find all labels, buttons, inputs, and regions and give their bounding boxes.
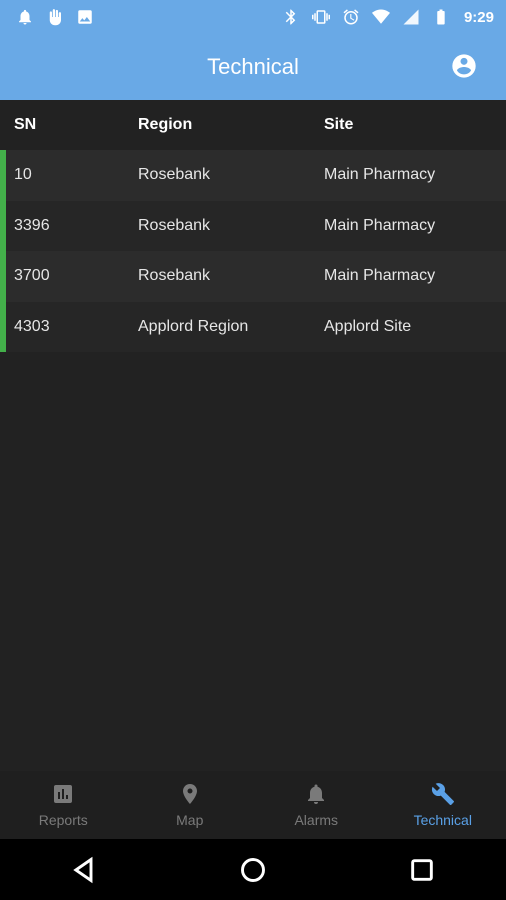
table-row[interactable]: 3700 Rosebank Main Pharmacy [0, 251, 506, 302]
page-title: Technical [207, 54, 299, 79]
bell-icon [308, 784, 325, 804]
image-icon [76, 8, 94, 26]
wifi-icon [371, 8, 390, 26]
cell-region: Applord Region [138, 317, 249, 335]
status-time: 9:29 [463, 8, 494, 26]
status-bar-left [16, 8, 94, 26]
table-row[interactable]: 4303 Applord Region Applord Site [0, 301, 506, 352]
cell-region: Rosebank [138, 166, 211, 184]
account-circle-icon[interactable] [450, 52, 478, 80]
cell-sn: 3700 [14, 267, 50, 285]
bottom-navigation: Reports Map Alarms Technical [0, 771, 506, 839]
cell-region: Rosebank [138, 216, 211, 234]
system-navigation-bar [0, 839, 506, 900]
bluetooth-icon [282, 8, 300, 26]
battery-icon [432, 8, 450, 26]
nav-label-map: Map [176, 812, 204, 828]
row-status-accent [0, 150, 6, 201]
cell-site: Applord Site [324, 317, 412, 335]
nav-label-alarms: Alarms [294, 812, 339, 828]
notification-bell-icon [16, 8, 34, 26]
row-status-accent [0, 200, 6, 251]
cell-site: Main Pharmacy [324, 267, 436, 285]
cell-site: Main Pharmacy [324, 216, 436, 234]
back-icon[interactable] [66, 852, 102, 888]
home-icon[interactable] [235, 852, 271, 888]
nav-item-map[interactable]: Map [127, 771, 254, 839]
header-site: Site [324, 116, 354, 133]
nav-label-technical: Technical [413, 812, 472, 828]
table-body: 10 Rosebank Main Pharmacy 3396 Rosebank … [0, 150, 506, 352]
nav-item-technical[interactable]: Technical [380, 771, 506, 839]
cell-sn: 3396 [14, 216, 50, 234]
header-region: Region [138, 116, 193, 133]
table-row[interactable]: 3396 Rosebank Main Pharmacy [0, 200, 506, 251]
signal-icon [402, 8, 420, 26]
table-row[interactable]: 10 Rosebank Main Pharmacy [0, 150, 506, 201]
header-sn: SN [14, 116, 37, 133]
nav-item-reports[interactable]: Reports [0, 771, 127, 839]
row-status-accent [0, 251, 6, 302]
phone-screen: 9:29 Technical SN Region Site 10 Roseban… [0, 0, 506, 900]
app-bar: Technical [0, 34, 506, 100]
row-status-accent [0, 301, 6, 352]
nav-item-alarms[interactable]: Alarms [253, 771, 380, 839]
alarm-icon [342, 8, 360, 26]
cell-site: Main Pharmacy [324, 166, 436, 184]
status-bar: 9:29 [0, 0, 506, 34]
wrench-icon [431, 783, 454, 805]
bar-chart-icon [54, 785, 73, 803]
cell-sn: 10 [14, 166, 32, 184]
nav-label-reports: Reports [38, 812, 88, 828]
cell-region: Rosebank [138, 267, 211, 285]
device-table: SN Region Site 10 Rosebank Main Pharmacy… [0, 100, 506, 352]
hand-icon [46, 8, 64, 26]
recents-icon[interactable] [404, 852, 440, 888]
cell-sn: 4303 [14, 317, 50, 335]
status-bar-right: 9:29 [282, 8, 494, 26]
table-header: SN Region Site [0, 100, 506, 150]
vibrate-icon [311, 8, 330, 26]
map-pin-icon [182, 784, 197, 804]
